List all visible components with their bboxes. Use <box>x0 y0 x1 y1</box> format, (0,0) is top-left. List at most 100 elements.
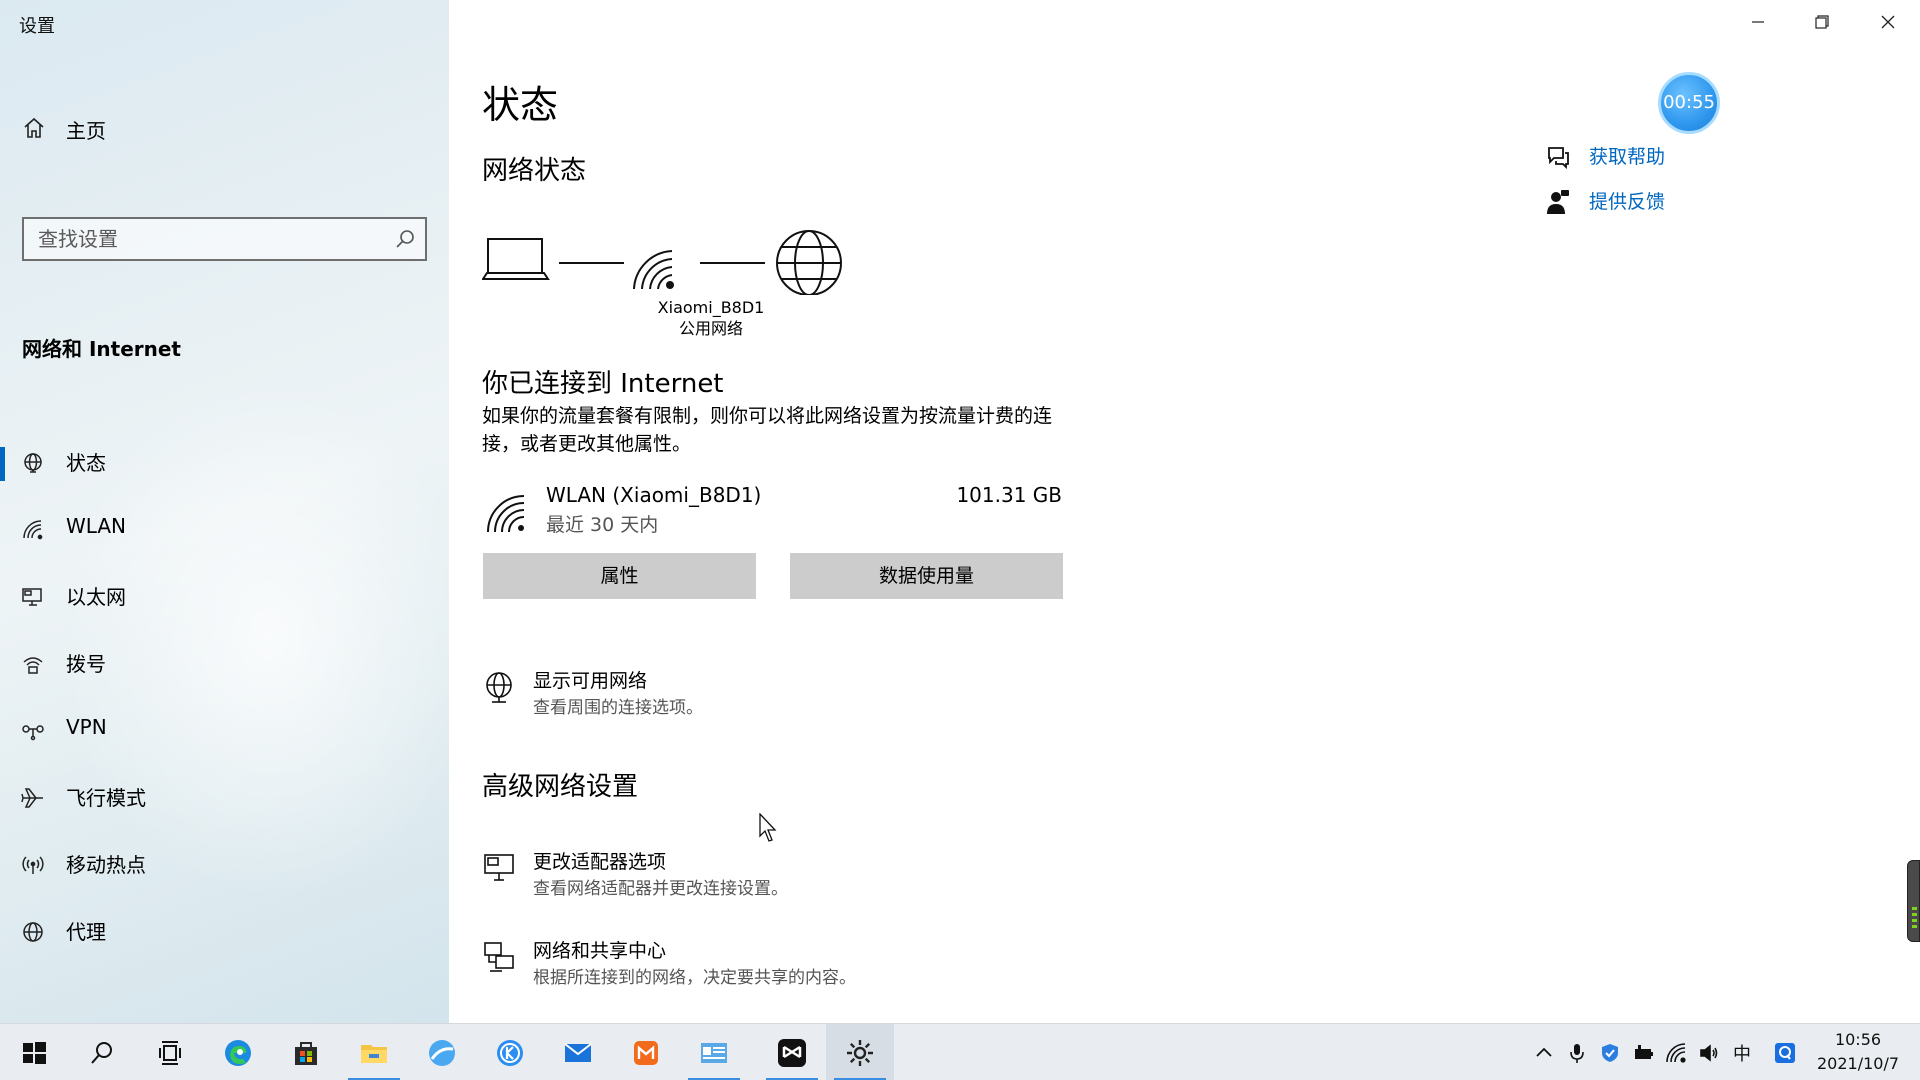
sidebar-item-wlan[interactable]: WLAN <box>0 498 449 565</box>
sidebar-item-home[interactable]: 主页 <box>0 106 449 150</box>
link-title: 网络和共享中心 <box>533 940 667 962</box>
search-input[interactable] <box>38 225 378 253</box>
properties-button[interactable]: 属性 <box>483 553 756 599</box>
network-type: 公用网络 <box>678 319 743 338</box>
tray-network[interactable] <box>1660 1024 1692 1080</box>
change-adapter-options-link[interactable]: 更改适配器选项 查看网络适配器并更改连接设置。 <box>482 847 1082 903</box>
show-available-networks-link[interactable]: 显示可用网络 查看周围的连接选项。 <box>482 666 1082 722</box>
sidebar-item-dialup[interactable]: 拨号 <box>0 632 449 699</box>
section-title: 网络和 Internet <box>22 337 181 361</box>
proxy-globe-icon <box>23 922 43 942</box>
browser-icon <box>429 1039 455 1066</box>
page-title: 状态 <box>482 83 559 127</box>
taskbar-clock[interactable]: 10:56 2021/10/7 <box>1808 1028 1908 1076</box>
start-button[interactable] <box>0 1024 68 1080</box>
sidebar-item-label: 主页 <box>66 119 106 143</box>
give-feedback-label[interactable]: 提供反馈 <box>1589 187 1665 214</box>
connection-usage-row: WLAN (Xiaomi_B8D1) 最近 30 天内 101.31 GB <box>482 480 1062 540</box>
sidebar-item-label: 移动热点 <box>66 853 146 877</box>
tray-app-q[interactable] <box>1769 1024 1801 1080</box>
file-explorer-button[interactable] <box>340 1024 408 1080</box>
office-icon <box>634 1040 658 1065</box>
kugou-button[interactable] <box>476 1024 544 1080</box>
airplane-icon <box>21 788 43 808</box>
vpn-icon <box>22 725 44 741</box>
main-content: 状态 网络状态 Xiaomi_B8D1 公用网络 你已连接到 Internet … <box>449 0 1920 1023</box>
close-icon[interactable] <box>1865 8 1911 38</box>
tray-overflow-button[interactable] <box>1528 1024 1560 1080</box>
side-floating-handle[interactable] <box>1907 860 1920 942</box>
taskbar-search-button[interactable] <box>68 1024 136 1080</box>
sidebar-item-ethernet[interactable]: 以太网 <box>0 565 449 632</box>
volume-icon <box>1700 1043 1718 1062</box>
sidebar-item-label: 状态 <box>66 451 106 475</box>
wifi-icon <box>1666 1042 1686 1063</box>
tray-microphone[interactable] <box>1561 1024 1593 1080</box>
usage-period: 最近 30 天内 <box>546 514 659 536</box>
capcut-button[interactable] <box>758 1024 826 1080</box>
control-panel-icon <box>701 1042 727 1063</box>
file-explorer-icon <box>361 1044 387 1063</box>
task-view-icon <box>159 1040 181 1065</box>
minimize-icon[interactable] <box>1735 8 1781 38</box>
taskbar: 中 10:56 2021/10/7 <box>0 1023 1920 1080</box>
tray-battery[interactable] <box>1627 1024 1659 1080</box>
store-button[interactable] <box>272 1024 340 1080</box>
shield-icon <box>1602 1043 1618 1062</box>
give-feedback-link[interactable]: 提供反馈 <box>1545 187 1745 217</box>
link-title: 更改适配器选项 <box>533 851 667 873</box>
sidebar-item-airplane[interactable]: 飞行模式 <box>0 766 449 833</box>
link-title: 显示可用网络 <box>533 670 648 692</box>
window-title: 设置 <box>19 16 55 37</box>
network-label: Xiaomi_B8D1 公用网络 <box>652 297 770 339</box>
sidebar-item-label: WLAN <box>66 514 127 538</box>
mouse-cursor-icon <box>759 813 777 842</box>
sidebar-item-status[interactable]: 状态 <box>0 431 449 498</box>
sidebar-item-label: VPN <box>66 715 107 739</box>
network-ssid: Xiaomi_B8D1 <box>657 298 765 317</box>
sidebar: 设置 主页 网络和 Internet 状态 WLAN <box>0 0 449 1023</box>
link-description: 根据所连接到的网络，决定要共享的内容。 <box>533 968 856 988</box>
control-panel-button[interactable] <box>680 1024 748 1080</box>
get-help-link[interactable]: 获取帮助 <box>1545 142 1745 172</box>
sidebar-item-vpn[interactable]: VPN <box>0 699 449 766</box>
mail-button[interactable] <box>544 1024 612 1080</box>
connection-status-description: 如果你的流量套餐有限制，则你可以将此网络设置为按流量计费的连接，或者更改其他属性… <box>482 405 1053 455</box>
data-usage-amount: 101.31 GB <box>956 483 1062 507</box>
wifi-router-icon <box>633 250 674 290</box>
home-icon <box>24 117 44 138</box>
feedback-person-icon <box>1547 190 1569 214</box>
settings-button[interactable] <box>826 1024 894 1080</box>
restore-icon[interactable] <box>1799 8 1845 38</box>
tray-security[interactable] <box>1594 1024 1626 1080</box>
task-view-button[interactable] <box>136 1024 204 1080</box>
sidebar-item-hotspot[interactable]: 移动热点 <box>0 833 449 900</box>
tray-volume[interactable] <box>1693 1024 1725 1080</box>
internet-globe-icon <box>776 230 842 295</box>
recording-timer-badge[interactable]: 00:55 <box>1658 72 1720 134</box>
sidebar-item-label: 飞行模式 <box>66 786 146 810</box>
get-help-label[interactable]: 获取帮助 <box>1589 142 1665 169</box>
sidebar-item-label: 以太网 <box>66 585 126 609</box>
wifi-icon <box>487 495 525 533</box>
edge-button[interactable] <box>204 1024 272 1080</box>
dialup-icon <box>23 657 43 674</box>
browser-button[interactable] <box>408 1024 476 1080</box>
microphone-icon <box>1570 1043 1584 1063</box>
network-status-heading: 网络状态 <box>482 156 587 186</box>
settings-icon <box>847 1039 873 1066</box>
edge-icon <box>225 1039 251 1066</box>
network-sharing-center-link[interactable]: 网络和共享中心 根据所连接到的网络，决定要共享的内容。 <box>482 936 1082 992</box>
wifi-icon <box>23 520 43 540</box>
office-app-button[interactable] <box>612 1024 680 1080</box>
sidebar-item-proxy[interactable]: 代理 <box>0 900 449 967</box>
search-icon[interactable] <box>395 229 415 249</box>
clock-time: 10:56 <box>1834 1030 1882 1049</box>
connection-name: WLAN (Xiaomi_B8D1) <box>546 483 762 507</box>
data-usage-button[interactable]: 数据使用量 <box>790 553 1063 599</box>
tray-ime[interactable]: 中 <box>1726 1024 1758 1080</box>
search-settings-box[interactable] <box>22 217 427 261</box>
sidebar-item-label: 拨号 <box>66 652 106 676</box>
q-app-icon <box>1775 1042 1795 1063</box>
sidebar-nav: 状态 WLAN 以太网 拨号 VPN 飞行模式 移动热点 代理 <box>0 431 449 967</box>
